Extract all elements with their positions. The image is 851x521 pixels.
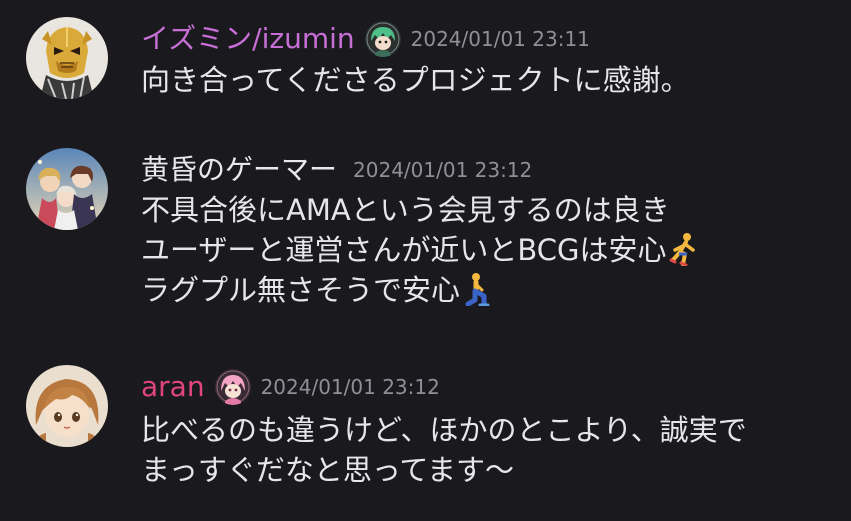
running-person-emoji-icon: [669, 232, 699, 267]
timestamp: 2024/01/01 23:12: [260, 375, 440, 399]
message-line: 不具合後にAMAという会見するのは良き: [141, 193, 670, 227]
username[interactable]: 黄昏のゲーマー: [141, 150, 337, 190]
username[interactable]: イズミン/izumin: [141, 19, 355, 59]
username[interactable]: aran: [141, 367, 205, 407]
message-line: ラグプル無さそうで安心: [141, 270, 699, 310]
message-content: 比べるのも違うけど、ほかのとこより、誠実で まっすぐだなと思ってます～: [141, 410, 747, 490]
anime-group-avatar-icon: [26, 148, 108, 230]
message-content: 向き合ってくださるプロジェクトに感謝。: [141, 60, 690, 100]
message-line-text: ユーザーと運営さんが近いとBCGは安心: [141, 233, 667, 267]
pink-hair-character-icon[interactable]: [214, 369, 251, 405]
chat-message-list: イズミン/izumin 2024/01/01 23:11 向き合ってくださるプロ…: [0, 0, 851, 521]
message-header: イズミン/izumin 2024/01/01 23:11: [141, 19, 590, 59]
brown-hair-girl-avatar-icon: [26, 365, 108, 447]
green-hair-character-icon[interactable]: [364, 21, 401, 57]
message-line: 向き合ってくださるプロジェクトに感謝。: [141, 63, 690, 97]
avatar[interactable]: [26, 17, 108, 99]
message-content: 不具合後にAMAという会見するのは良き ユーザーと運営さんが近いとBCGは安心 …: [141, 190, 699, 310]
message-line: まっすぐだなと思ってます～: [141, 453, 514, 487]
timestamp: 2024/01/01 23:11: [410, 27, 590, 51]
message-header: aran 2024/01/01 23:12: [141, 367, 440, 407]
avatar[interactable]: [26, 148, 108, 230]
message-line-text: ラグプル無さそうで安心: [141, 273, 461, 307]
message-header: 黄昏のゲーマー 2024/01/01 23:12: [141, 150, 532, 190]
kneeling-person-emoji-icon: [462, 272, 492, 307]
avatar[interactable]: [26, 365, 108, 447]
message-line: ユーザーと運営さんが近いとBCGは安心: [141, 230, 699, 270]
timestamp: 2024/01/01 23:12: [353, 158, 533, 182]
message-line: 比べるのも違うけど、ほかのとこより、誠実で: [141, 413, 747, 447]
golden-helmet-avatar-icon: [26, 17, 108, 99]
